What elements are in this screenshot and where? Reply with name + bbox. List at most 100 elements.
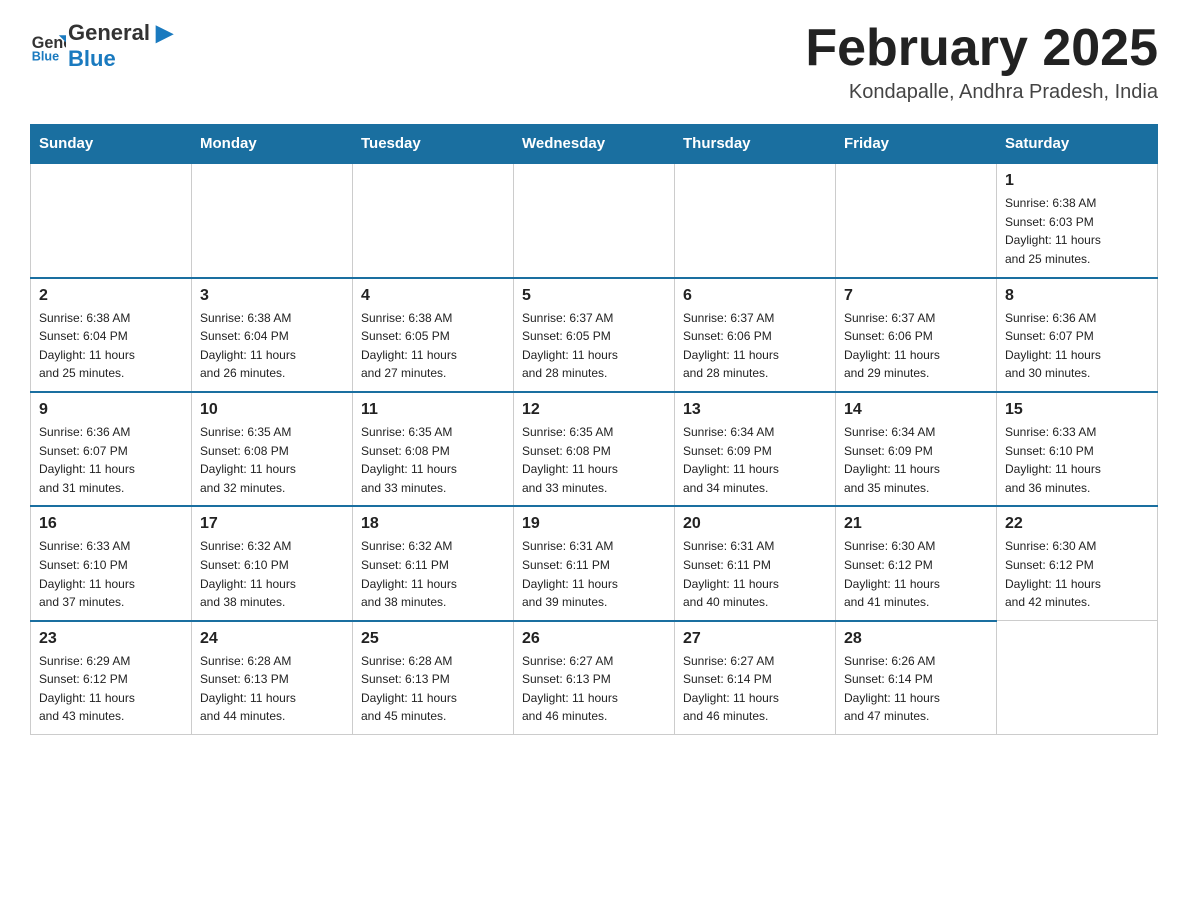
- day-info: Sunrise: 6:29 AMSunset: 6:12 PMDaylight:…: [39, 652, 183, 726]
- day-number: 5: [522, 287, 666, 305]
- calendar-cell: 24 Sunrise: 6:28 AMSunset: 6:13 PMDayligh…: [192, 621, 353, 735]
- page-header: General Blue General ▶ Blue February 202…: [30, 20, 1158, 104]
- day-info: Sunrise: 6:26 AMSunset: 6:14 PMDaylight:…: [844, 652, 988, 726]
- day-number: 28: [844, 630, 988, 648]
- day-info: Sunrise: 6:27 AMSunset: 6:13 PMDaylight:…: [522, 652, 666, 726]
- day-number: 10: [200, 401, 344, 419]
- day-info: Sunrise: 6:32 AMSunset: 6:11 PMDaylight:…: [361, 537, 505, 611]
- svg-text:Blue: Blue: [32, 49, 59, 63]
- calendar-cell: 14 Sunrise: 6:34 AMSunset: 6:09 PMDayligh…: [836, 392, 997, 506]
- day-number: 11: [361, 401, 505, 419]
- calendar-cell: 9Sunrise: 6:36 AMSunset: 6:07 PMDaylight…: [31, 392, 192, 506]
- calendar-cell: 27 Sunrise: 6:27 AMSunset: 6:14 PMDayligh…: [675, 621, 836, 735]
- day-info: Sunrise: 6:38 AMSunset: 6:04 PMDaylight:…: [39, 309, 183, 383]
- day-number: 14: [844, 401, 988, 419]
- calendar-cell: [514, 163, 675, 277]
- calendar-cell: 3Sunrise: 6:38 AMSunset: 6:04 PMDaylight…: [192, 278, 353, 392]
- day-info: Sunrise: 6:36 AMSunset: 6:07 PMDaylight:…: [1005, 309, 1149, 383]
- day-info: Sunrise: 6:30 AMSunset: 6:12 PMDaylight:…: [1005, 537, 1149, 611]
- logo-text: General ▶ Blue: [68, 20, 173, 72]
- calendar-cell: 19 Sunrise: 6:31 AMSunset: 6:11 PMDayligh…: [514, 506, 675, 620]
- calendar-cell: 28 Sunrise: 6:26 AMSunset: 6:14 PMDayligh…: [836, 621, 997, 735]
- day-info: Sunrise: 6:31 AMSunset: 6:11 PMDaylight:…: [522, 537, 666, 611]
- calendar-cell: 5 Sunrise: 6:37 AMSunset: 6:05 PMDaylight…: [514, 278, 675, 392]
- day-number: 1: [1005, 172, 1149, 190]
- day-info: Sunrise: 6:34 AMSunset: 6:09 PMDaylight:…: [683, 423, 827, 497]
- calendar-cell: [836, 163, 997, 277]
- calendar-cell: 15Sunrise: 6:33 AMSunset: 6:10 PMDayligh…: [997, 392, 1158, 506]
- day-info: Sunrise: 6:35 AMSunset: 6:08 PMDaylight:…: [200, 423, 344, 497]
- day-number: 22: [1005, 515, 1149, 533]
- calendar-week-row: 16Sunrise: 6:33 AMSunset: 6:10 PMDayligh…: [31, 506, 1158, 620]
- col-monday: Monday: [192, 125, 353, 164]
- calendar-cell: 26 Sunrise: 6:27 AMSunset: 6:13 PMDayligh…: [514, 621, 675, 735]
- day-info: Sunrise: 6:38 AMSunset: 6:03 PMDaylight:…: [1005, 194, 1149, 268]
- day-number: 26: [522, 630, 666, 648]
- calendar-cell: [31, 163, 192, 277]
- logo-blue-text: ▶: [150, 20, 173, 45]
- logo-icon: General Blue: [30, 28, 66, 64]
- day-info: Sunrise: 6:35 AMSunset: 6:08 PMDaylight:…: [522, 423, 666, 497]
- calendar-week-row: 23Sunrise: 6:29 AMSunset: 6:12 PMDayligh…: [31, 621, 1158, 735]
- day-number: 20: [683, 515, 827, 533]
- day-number: 4: [361, 287, 505, 305]
- day-number: 13: [683, 401, 827, 419]
- day-info: Sunrise: 6:38 AMSunset: 6:04 PMDaylight:…: [200, 309, 344, 383]
- calendar-cell: 21 Sunrise: 6:30 AMSunset: 6:12 PMDayligh…: [836, 506, 997, 620]
- calendar-cell: [353, 163, 514, 277]
- day-info: Sunrise: 6:37 AMSunset: 6:06 PMDaylight:…: [683, 309, 827, 383]
- day-number: 12: [522, 401, 666, 419]
- calendar-week-row: 2 Sunrise: 6:38 AMSunset: 6:04 PMDaylight…: [31, 278, 1158, 392]
- day-number: 27: [683, 630, 827, 648]
- day-info: Sunrise: 6:34 AMSunset: 6:09 PMDaylight:…: [844, 423, 988, 497]
- calendar-cell: 1 Sunrise: 6:38 AMSunset: 6:03 PMDaylight…: [997, 163, 1158, 277]
- calendar-cell: 16Sunrise: 6:33 AMSunset: 6:10 PMDayligh…: [31, 506, 192, 620]
- calendar-cell: [675, 163, 836, 277]
- calendar-cell: 20 Sunrise: 6:31 AMSunset: 6:11 PMDayligh…: [675, 506, 836, 620]
- calendar-cell: 2 Sunrise: 6:38 AMSunset: 6:04 PMDaylight…: [31, 278, 192, 392]
- day-number: 6: [683, 287, 827, 305]
- day-info: Sunrise: 6:37 AMSunset: 6:06 PMDaylight:…: [844, 309, 988, 383]
- calendar-cell: [192, 163, 353, 277]
- calendar-cell: 12 Sunrise: 6:35 AMSunset: 6:08 PMDayligh…: [514, 392, 675, 506]
- col-wednesday: Wednesday: [514, 125, 675, 164]
- calendar-cell: 7 Sunrise: 6:37 AMSunset: 6:06 PMDaylight…: [836, 278, 997, 392]
- logo-blue-word: Blue: [68, 46, 116, 71]
- day-info: Sunrise: 6:35 AMSunset: 6:08 PMDaylight:…: [361, 423, 505, 497]
- calendar-header-row: Sunday Monday Tuesday Wednesday Thursday…: [31, 125, 1158, 164]
- col-thursday: Thursday: [675, 125, 836, 164]
- calendar-cell: [997, 621, 1158, 735]
- col-friday: Friday: [836, 125, 997, 164]
- day-info: Sunrise: 6:37 AMSunset: 6:05 PMDaylight:…: [522, 309, 666, 383]
- day-number: 9: [39, 401, 183, 419]
- calendar-cell: 23Sunrise: 6:29 AMSunset: 6:12 PMDayligh…: [31, 621, 192, 735]
- calendar-week-row: 1 Sunrise: 6:38 AMSunset: 6:03 PMDaylight…: [31, 163, 1158, 277]
- day-number: 15: [1005, 401, 1149, 419]
- col-saturday: Saturday: [997, 125, 1158, 164]
- day-info: Sunrise: 6:31 AMSunset: 6:11 PMDaylight:…: [683, 537, 827, 611]
- day-info: Sunrise: 6:28 AMSunset: 6:13 PMDaylight:…: [361, 652, 505, 726]
- calendar-cell: 11 Sunrise: 6:35 AMSunset: 6:08 PMDayligh…: [353, 392, 514, 506]
- calendar-cell: 10 Sunrise: 6:35 AMSunset: 6:08 PMDayligh…: [192, 392, 353, 506]
- day-info: Sunrise: 6:30 AMSunset: 6:12 PMDaylight:…: [844, 537, 988, 611]
- calendar-cell: 4Sunrise: 6:38 AMSunset: 6:05 PMDaylight…: [353, 278, 514, 392]
- col-sunday: Sunday: [31, 125, 192, 164]
- title-block: February 2025 Kondapalle, Andhra Pradesh…: [805, 20, 1158, 104]
- day-number: 2: [39, 287, 183, 305]
- day-number: 21: [844, 515, 988, 533]
- calendar-week-row: 9Sunrise: 6:36 AMSunset: 6:07 PMDaylight…: [31, 392, 1158, 506]
- col-tuesday: Tuesday: [353, 125, 514, 164]
- day-number: 25: [361, 630, 505, 648]
- calendar-cell: 17Sunrise: 6:32 AMSunset: 6:10 PMDayligh…: [192, 506, 353, 620]
- day-number: 19: [522, 515, 666, 533]
- day-number: 7: [844, 287, 988, 305]
- day-number: 17: [200, 515, 344, 533]
- calendar-cell: 25 Sunrise: 6:28 AMSunset: 6:13 PMDayligh…: [353, 621, 514, 735]
- day-info: Sunrise: 6:28 AMSunset: 6:13 PMDaylight:…: [200, 652, 344, 726]
- month-title: February 2025: [805, 20, 1158, 77]
- logo: General Blue General ▶ Blue: [30, 20, 173, 72]
- calendar-cell: 13 Sunrise: 6:34 AMSunset: 6:09 PMDayligh…: [675, 392, 836, 506]
- day-number: 24: [200, 630, 344, 648]
- day-info: Sunrise: 6:27 AMSunset: 6:14 PMDaylight:…: [683, 652, 827, 726]
- calendar-cell: 18Sunrise: 6:32 AMSunset: 6:11 PMDayligh…: [353, 506, 514, 620]
